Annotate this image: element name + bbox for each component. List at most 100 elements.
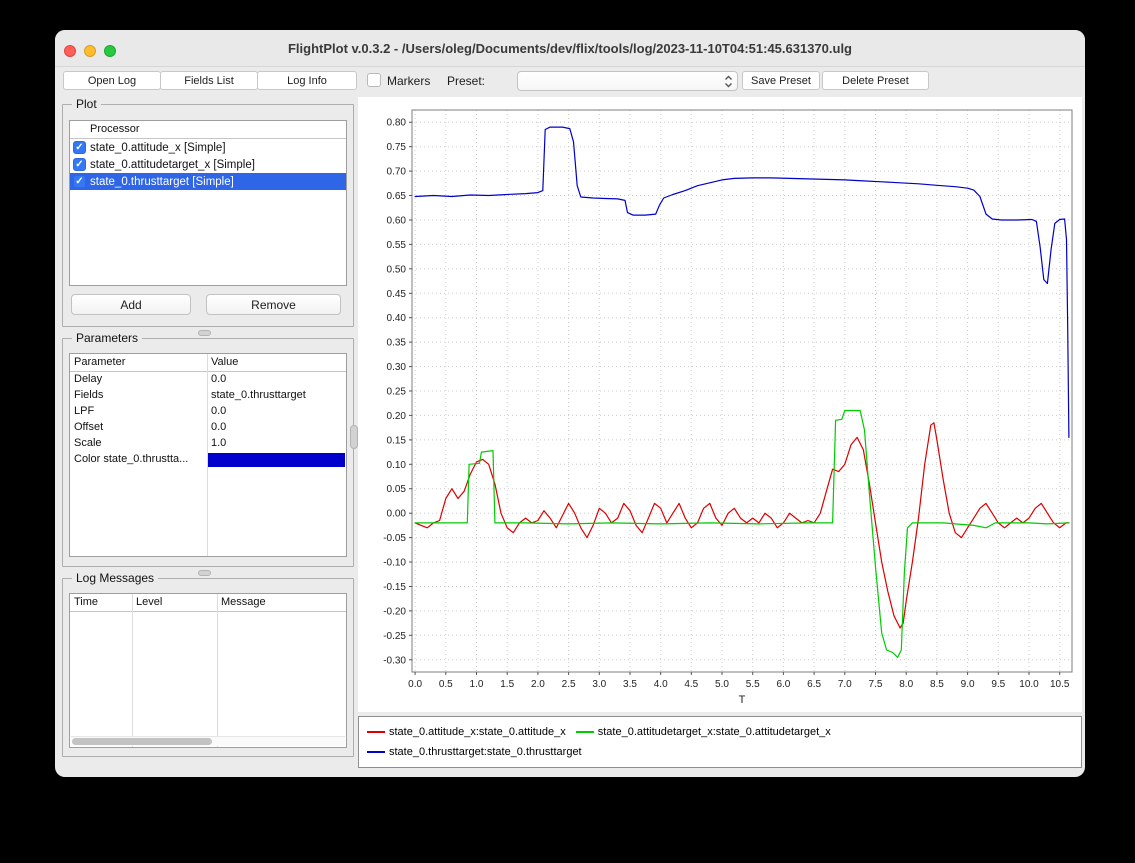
svg-text:0.25: 0.25 bbox=[387, 387, 407, 398]
parameter-row[interactable]: Delay 0.0 bbox=[70, 372, 346, 388]
legend-row: state_0.attitude_x:state_0.attitude_xsta… bbox=[367, 722, 1073, 742]
svg-text:6.5: 6.5 bbox=[807, 679, 821, 690]
svg-text:T: T bbox=[739, 694, 746, 706]
chart-legend: state_0.attitude_x:state_0.attitude_xsta… bbox=[358, 716, 1082, 768]
markers-checkbox[interactable] bbox=[367, 73, 381, 87]
parameter-value: 1.0 bbox=[211, 437, 226, 449]
scrollbar-thumb[interactable] bbox=[72, 738, 212, 745]
svg-text:0.00: 0.00 bbox=[387, 509, 407, 520]
flightplot-window: FlightPlot v.0.3.2 - /Users/oleg/Documen… bbox=[55, 30, 1085, 777]
svg-text:0.30: 0.30 bbox=[387, 362, 407, 373]
svg-text:0.40: 0.40 bbox=[387, 313, 407, 324]
plot-list-item[interactable]: ✓state_0.thrusttarget [Simple] bbox=[70, 173, 346, 190]
svg-text:9.5: 9.5 bbox=[991, 679, 1005, 690]
svg-text:1.5: 1.5 bbox=[500, 679, 514, 690]
svg-text:0.45: 0.45 bbox=[387, 289, 407, 300]
remove-button[interactable]: Remove bbox=[206, 294, 341, 315]
parameter-value: state_0.thrusttarget bbox=[211, 389, 306, 401]
parameter-value: 0.0 bbox=[211, 373, 226, 385]
plot-list-rows: ✓ state_0.attitude_x [Simple] ✓ state_0.att… bbox=[70, 139, 346, 190]
window-title: FlightPlot v.0.3.2 - /Users/oleg/Documen… bbox=[55, 30, 1085, 66]
svg-text:7.5: 7.5 bbox=[869, 679, 883, 690]
plot-list-table[interactable]: Processor ✓state_0.attitude_x [Simple]✓s… bbox=[69, 120, 347, 286]
splitter-handle-bottom[interactable] bbox=[198, 570, 211, 576]
plot-list-item[interactable]: ✓ state_0.attitudetarget_x [Simple] bbox=[70, 156, 346, 173]
svg-text:10.0: 10.0 bbox=[1019, 679, 1039, 690]
log-info-button[interactable]: Log Info bbox=[257, 71, 357, 90]
parameter-column-header: Parameter bbox=[74, 356, 125, 368]
color-swatch[interactable] bbox=[208, 453, 345, 467]
svg-text:0.35: 0.35 bbox=[387, 338, 407, 349]
message-column-header: Message bbox=[221, 596, 266, 608]
plot-item-label: state_0.attitude_x [Simple] bbox=[90, 142, 226, 154]
svg-text:-0.30: -0.30 bbox=[383, 655, 406, 666]
svg-text:8.0: 8.0 bbox=[899, 679, 913, 690]
parameter-row[interactable]: Scale 1.0 bbox=[70, 436, 346, 452]
plot-item-checkbox[interactable]: ✓ bbox=[73, 158, 86, 171]
preset-combobox[interactable] bbox=[517, 71, 738, 91]
parameter-row[interactable]: LPF0.0 bbox=[70, 404, 346, 420]
legend-label: state_0.attitudetarget_x:state_0.attitud… bbox=[598, 726, 831, 738]
parameter-name: Delay bbox=[74, 373, 102, 385]
plot-item-checkbox[interactable]: ✓ bbox=[73, 175, 86, 188]
markers-label: Markers bbox=[387, 74, 430, 88]
plot-item-checkbox[interactable]: ✓ bbox=[73, 141, 86, 154]
delete-preset-button[interactable]: Delete Preset bbox=[822, 71, 929, 90]
svg-text:-0.20: -0.20 bbox=[383, 606, 406, 617]
svg-text:3.0: 3.0 bbox=[592, 679, 606, 690]
svg-text:2.0: 2.0 bbox=[531, 679, 545, 690]
legend-label: state_0.thrusttarget:state_0.thrusttarge… bbox=[389, 746, 582, 758]
parameter-row[interactable]: Color state_0.thrustta... bbox=[70, 452, 346, 468]
column-separator bbox=[132, 594, 133, 747]
horizontal-scrollbar[interactable] bbox=[71, 736, 345, 746]
svg-text:2.5: 2.5 bbox=[562, 679, 576, 690]
parameters-table[interactable]: Parameter Value Delay0.0Fieldsstate_0.th… bbox=[69, 353, 347, 557]
legend-item: state_0.attitudetarget_x:state_0.attitud… bbox=[576, 726, 831, 738]
svg-text:0.75: 0.75 bbox=[387, 142, 407, 153]
svg-text:0.80: 0.80 bbox=[387, 118, 407, 129]
open-log-button[interactable]: Open Log bbox=[63, 71, 161, 90]
svg-text:9.0: 9.0 bbox=[961, 679, 975, 690]
svg-text:0.60: 0.60 bbox=[387, 216, 407, 227]
processor-column-header: Processor bbox=[90, 123, 140, 135]
svg-text:5.0: 5.0 bbox=[715, 679, 729, 690]
plot-group-title: Plot bbox=[72, 97, 101, 111]
parameter-row[interactable]: Fieldsstate_0.thrusttarget bbox=[70, 388, 346, 404]
log-messages-group-title: Log Messages bbox=[72, 571, 158, 585]
parameters-header: Parameter Value bbox=[70, 354, 346, 372]
parameter-name: Offset bbox=[74, 421, 103, 433]
plot-list-item[interactable]: ✓ state_0.attitude_x [Simple] bbox=[70, 139, 346, 156]
flight-data-chart[interactable]: 0.00.51.01.52.02.53.03.54.04.55.05.56.06… bbox=[358, 97, 1082, 712]
chart-panel: 0.00.51.01.52.02.53.03.54.04.55.05.56.06… bbox=[358, 97, 1082, 712]
plot-item-label: state_0.attitudetarget_x [Simple] bbox=[90, 159, 255, 171]
svg-text:6.0: 6.0 bbox=[776, 679, 790, 690]
parameter-value: 0.0 bbox=[211, 405, 226, 417]
log-messages-table[interactable]: Time Level Message bbox=[69, 593, 347, 748]
svg-text:7.0: 7.0 bbox=[838, 679, 852, 690]
parameters-group: Parameters Parameter Value Delay0.0Field… bbox=[62, 338, 354, 567]
svg-text:10.5: 10.5 bbox=[1050, 679, 1070, 690]
add-button[interactable]: Add bbox=[71, 294, 191, 315]
save-preset-button[interactable]: Save Preset bbox=[742, 71, 820, 90]
svg-text:0.5: 0.5 bbox=[439, 679, 453, 690]
combo-chevrons-icon bbox=[724, 75, 733, 93]
svg-text:-0.15: -0.15 bbox=[383, 582, 406, 593]
svg-text:0.05: 0.05 bbox=[387, 484, 407, 495]
titlebar: FlightPlot v.0.3.2 - /Users/oleg/Documen… bbox=[55, 30, 1085, 67]
plot-list-header: Processor bbox=[70, 121, 346, 139]
svg-text:0.50: 0.50 bbox=[387, 264, 407, 275]
svg-text:3.5: 3.5 bbox=[623, 679, 637, 690]
svg-text:-0.10: -0.10 bbox=[383, 558, 406, 569]
legend-line-sample bbox=[367, 751, 385, 753]
legend-item: state_0.thrusttarget:state_0.thrusttarge… bbox=[367, 746, 582, 758]
fields-list-button[interactable]: Fields List bbox=[160, 71, 258, 90]
splitter-handle-top[interactable] bbox=[198, 330, 211, 336]
parameter-name: Color state_0.thrustta... bbox=[74, 453, 188, 465]
legend-line-sample bbox=[576, 731, 594, 733]
svg-text:0.10: 0.10 bbox=[387, 460, 407, 471]
plot-group: Plot Processor ✓state_0.attitude_x [Simp… bbox=[62, 104, 354, 327]
legend-line-sample bbox=[367, 731, 385, 733]
parameter-row[interactable]: Offset0.0 bbox=[70, 420, 346, 436]
vertical-splitter-handle[interactable] bbox=[350, 425, 358, 449]
parameter-name: Scale bbox=[74, 437, 102, 449]
